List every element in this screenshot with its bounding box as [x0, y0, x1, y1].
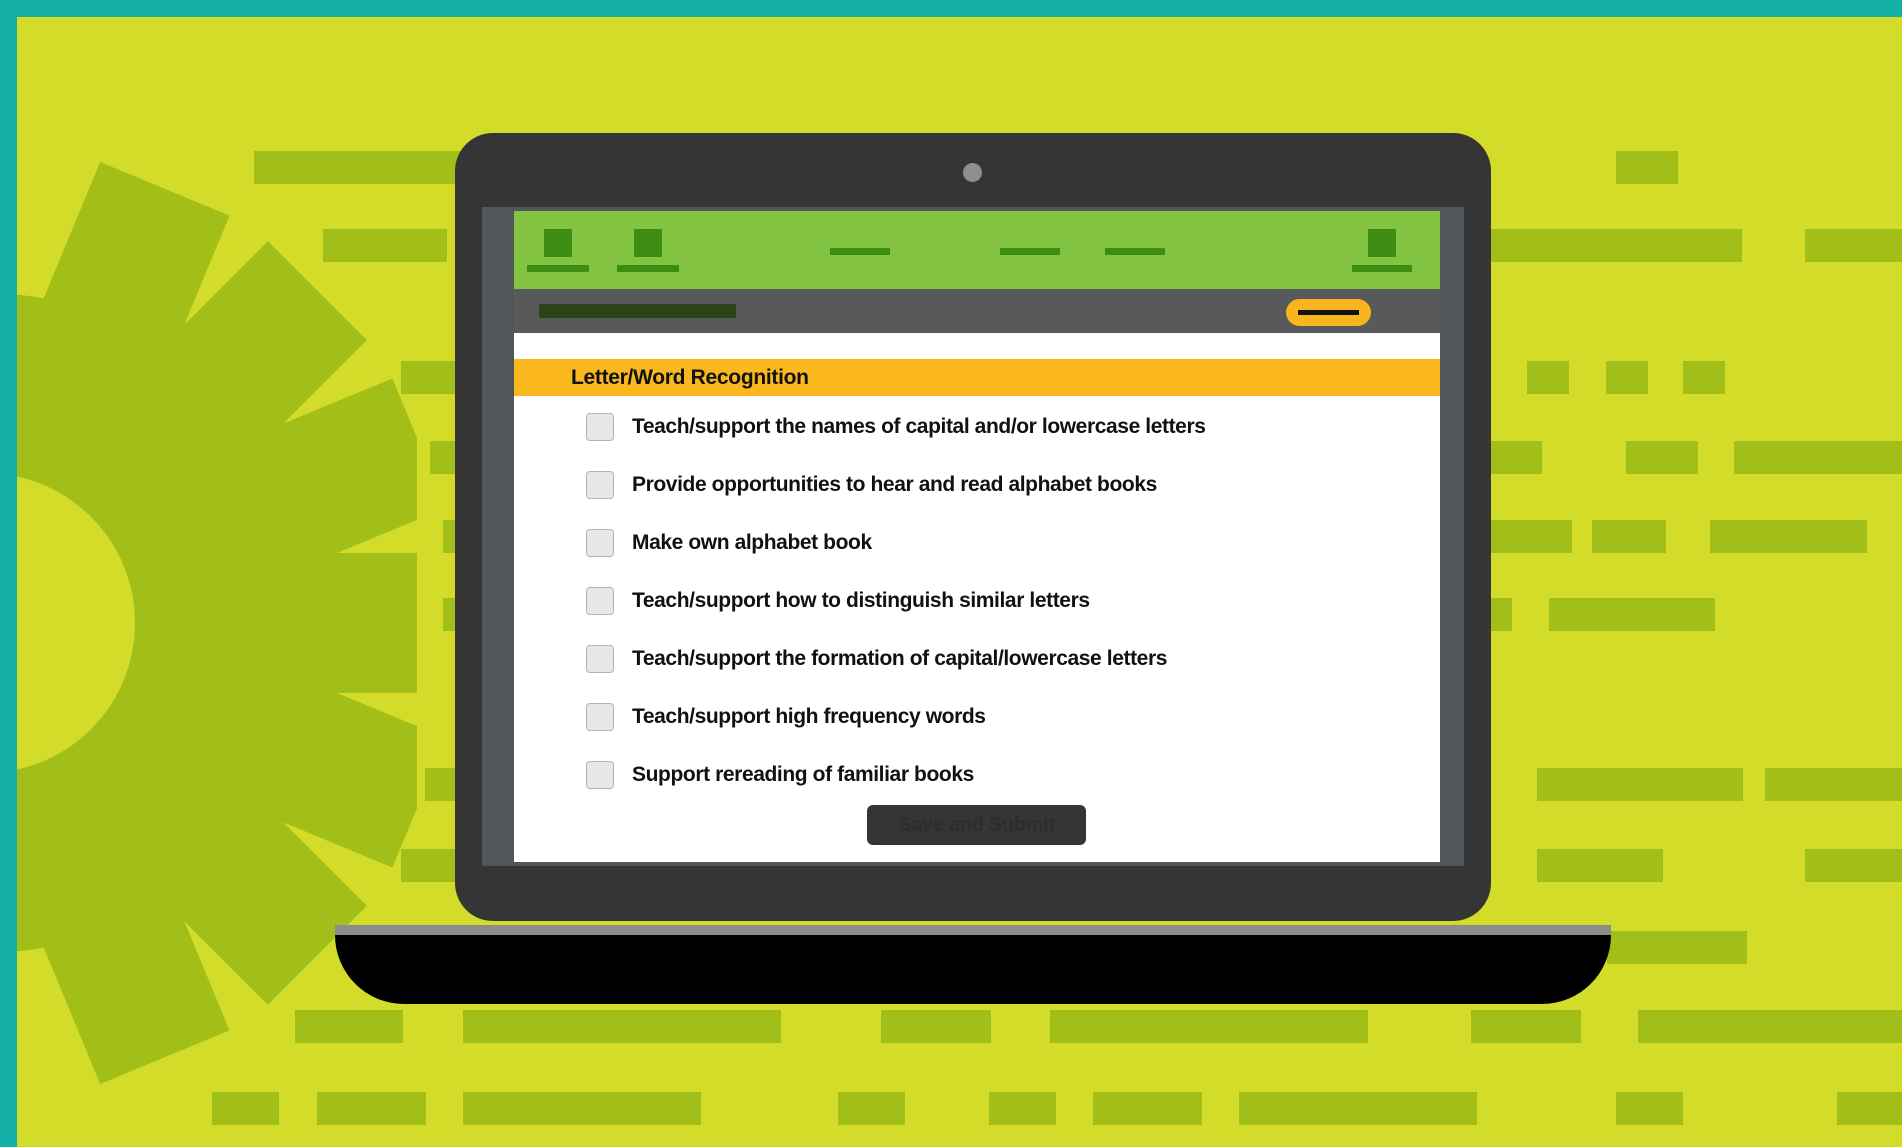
pill-line-icon: [1298, 310, 1359, 315]
checkbox[interactable]: [586, 587, 614, 615]
nav-label-placeholder: [527, 265, 589, 272]
decor-dash: [1482, 441, 1542, 474]
decor-dash: [1050, 1010, 1368, 1043]
decor-dash: [1477, 229, 1742, 262]
decor-dash: [212, 1092, 279, 1125]
decor-dash: [989, 1092, 1056, 1125]
decor-dash: [1765, 768, 1902, 801]
nav-link-3[interactable]: [1105, 248, 1165, 255]
decor-dash: [1482, 520, 1572, 553]
checklist-item-label: Teach/support high frequency words: [632, 705, 986, 728]
decor-dash: [1710, 520, 1867, 553]
nav-icon-1[interactable]: [544, 229, 572, 257]
nav-link-1[interactable]: [830, 248, 890, 255]
checkbox[interactable]: [586, 761, 614, 789]
section-title: Letter/Word Recognition: [571, 366, 809, 389]
checklist-item-label: Provide opportunities to hear and read a…: [632, 473, 1157, 496]
laptop-screen: Letter/Word Recognition Teach/support th…: [514, 211, 1440, 862]
checklist-item-label: Teach/support the names of capital and/o…: [632, 415, 1206, 438]
nav-icon-user[interactable]: [1368, 229, 1396, 257]
nav-icon-2[interactable]: [634, 229, 662, 257]
decor-dash: [1239, 1092, 1477, 1125]
camera-icon: [963, 163, 982, 182]
page-title-placeholder: [539, 304, 736, 318]
decor-dash: [1805, 849, 1902, 882]
laptop-hinge: [335, 925, 1611, 935]
nav-link-2[interactable]: [1000, 248, 1060, 255]
checkbox[interactable]: [586, 413, 614, 441]
decor-dash: [295, 1010, 403, 1043]
decor-dash: [1616, 1092, 1683, 1125]
decor-dash: [1537, 849, 1663, 882]
top-navigation: [514, 211, 1440, 289]
laptop-base: [335, 935, 1611, 1004]
decor-dash: [1805, 229, 1902, 262]
sub-header-bar: [514, 289, 1440, 333]
decor-dash: [1606, 361, 1648, 394]
nav-label-placeholder: [617, 265, 679, 272]
decor-dash: [1471, 1010, 1581, 1043]
checklist-item-label: Teach/support the formation of capital/l…: [632, 647, 1168, 670]
illustration-frame: Letter/Word Recognition Teach/support th…: [0, 0, 1902, 1147]
save-and-submit-button[interactable]: Save and Submit: [867, 805, 1086, 845]
decor-dash: [1683, 361, 1725, 394]
checkbox[interactable]: [586, 703, 614, 731]
decor-dash: [1527, 361, 1569, 394]
decor-dash: [1837, 1092, 1902, 1125]
decor-dash: [323, 229, 447, 262]
decor-dash: [1537, 768, 1743, 801]
checkbox[interactable]: [586, 645, 614, 673]
decor-dash: [1607, 931, 1747, 964]
decor-dash: [463, 1092, 701, 1125]
menu-pill-button[interactable]: [1286, 299, 1371, 326]
decor-dash: [1549, 598, 1715, 631]
decor-dash: [1638, 1010, 1902, 1043]
decor-dash: [1592, 520, 1666, 553]
decor-dash: [254, 151, 484, 184]
checkbox[interactable]: [586, 471, 614, 499]
decor-dash: [1734, 441, 1902, 474]
decor-dash: [1093, 1092, 1202, 1125]
decor-dash: [317, 1092, 426, 1125]
checklist-item-label: Support rereading of familiar books: [632, 763, 974, 786]
checklist-item-label: Make own alphabet book: [632, 531, 872, 554]
decor-dash: [1616, 151, 1678, 184]
section-header: Letter/Word Recognition: [514, 359, 1440, 396]
decor-dash: [881, 1010, 991, 1043]
decor-dash: [463, 1010, 781, 1043]
nav-label-placeholder: [1352, 265, 1412, 272]
decor-dash: [838, 1092, 905, 1125]
checkbox[interactable]: [586, 529, 614, 557]
checklist-item-label: Teach/support how to distinguish similar…: [632, 589, 1090, 612]
decor-dash: [1626, 441, 1698, 474]
